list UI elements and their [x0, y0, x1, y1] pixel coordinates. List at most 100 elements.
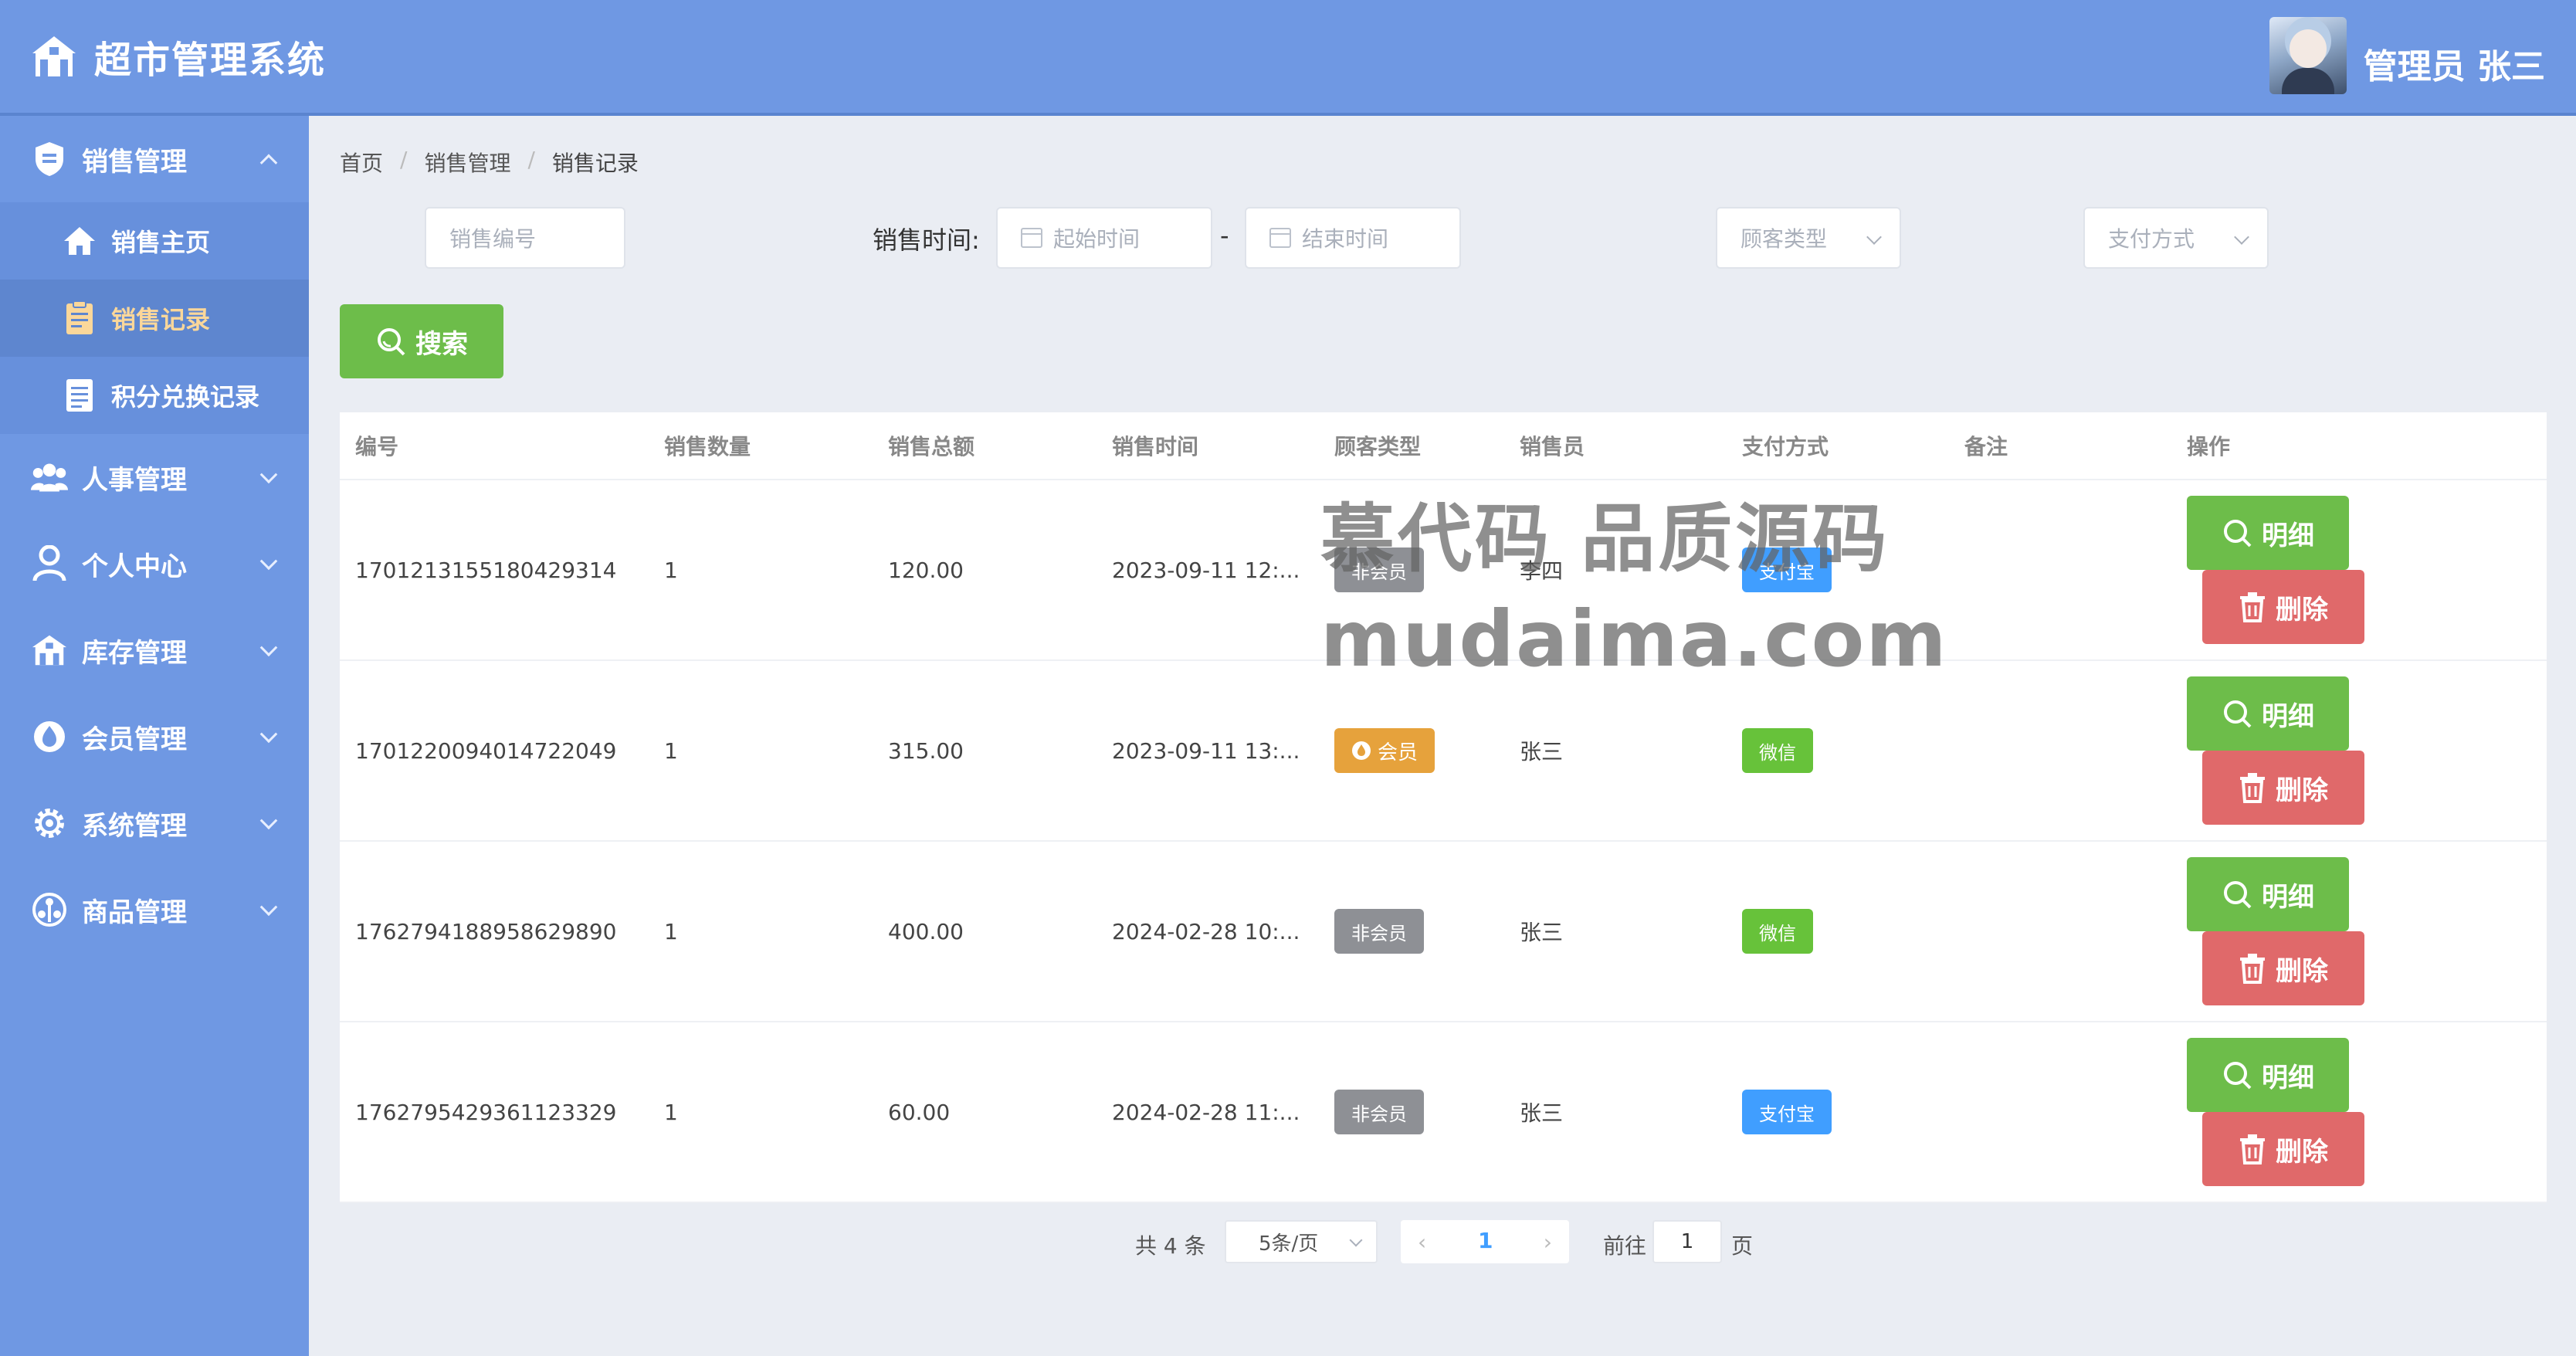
breadcrumb-separator: /	[527, 147, 535, 172]
sidebar-group-label: 个人中心	[82, 551, 187, 582]
col-header-pay: 支付方式	[1742, 434, 1829, 459]
user-name[interactable]: 管理员 张三	[2364, 39, 2545, 88]
chevron-down-icon	[1866, 229, 1882, 245]
goto-page-input[interactable]: 1	[1652, 1220, 1722, 1263]
search-icon	[378, 328, 405, 356]
breadcrumb-home[interactable]: 首页	[340, 147, 383, 178]
trash-icon	[2240, 954, 2265, 984]
sales-table: 编号 销售数量 销售总额 销售时间 顾客类型 销售员 支付方式 备注 操作 17…	[340, 412, 2547, 1203]
col-header-note: 备注	[1964, 434, 2008, 459]
col-header-customer: 顾客类型	[1334, 434, 1422, 459]
delete-button[interactable]: 删除	[2202, 751, 2364, 825]
col-header-time: 销售时间	[1112, 434, 1199, 459]
sidebar-item-points-exchange[interactable]: 积分兑换记录	[0, 357, 309, 434]
main-content: 首页 / 销售管理 / 销售记录 销售编号 销售时间: 起始时间 - 结束时间 …	[309, 116, 2576, 1356]
pay-method-badge: 微信	[1742, 728, 1813, 773]
search-button[interactable]: 搜索	[340, 304, 503, 378]
chevron-down-icon	[1349, 1233, 1363, 1247]
cell-seller: 李四	[1520, 558, 1564, 584]
sidebar-group-sales[interactable]: 销售管理	[0, 116, 309, 202]
chevron-down-icon	[2234, 229, 2249, 245]
detail-button-label: 明细	[2262, 1062, 2314, 1093]
table-row: 1701220094014722049 1 315.00 2023-09-11 …	[340, 661, 2547, 842]
sidebar-group-label: 人事管理	[82, 464, 187, 496]
avatar[interactable]	[2269, 17, 2347, 94]
customer-type-select[interactable]: 顾客类型	[1716, 207, 1901, 269]
table-row: 1762794188958629890 1 400.00 2024-02-28 …	[340, 842, 2547, 1022]
next-page-button[interactable]: ›	[1544, 1229, 1552, 1255]
warehouse-icon	[31, 632, 68, 669]
customer-type-badge: 非会员	[1334, 1090, 1424, 1134]
cell-total: 120.00	[888, 557, 964, 583]
start-time-input[interactable]: 起始时间	[996, 207, 1212, 269]
breadcrumb-sales[interactable]: 销售管理	[424, 147, 510, 178]
cell-time: 2024-02-28 10:...	[1112, 918, 1300, 944]
end-time-placeholder: 结束时间	[1302, 226, 1389, 252]
chevron-down-icon	[259, 639, 278, 657]
sidebar-item-label: 销售记录	[111, 305, 211, 334]
sidebar-group-label: 商品管理	[82, 897, 187, 928]
detail-button[interactable]: 明细	[2187, 496, 2349, 570]
sidebar-group-goods[interactable]: 商品管理	[0, 866, 309, 953]
sidebar-group-profile[interactable]: 个人中心	[0, 520, 309, 607]
user-menu[interactable]: 管理员 张三	[2269, 17, 2545, 94]
page-nav: ‹ 1 ›	[1401, 1220, 1569, 1263]
detail-button-label: 明细	[2262, 520, 2314, 551]
sidebar-group-members[interactable]: 会员管理	[0, 693, 309, 780]
chevron-down-icon	[259, 552, 278, 571]
customer-type-label: 会员	[1378, 741, 1418, 764]
col-header-actions: 操作	[2187, 434, 2231, 459]
end-time-input[interactable]: 结束时间	[1245, 207, 1461, 269]
sales-submenu: 销售主页 销售记录 积分兑换记录	[0, 202, 309, 434]
detail-button-label: 明细	[2262, 700, 2314, 732]
goto-label: 前往	[1603, 1233, 1647, 1259]
doc-icon	[62, 378, 97, 413]
delete-button[interactable]: 删除	[2202, 570, 2364, 644]
cell-total: 315.00	[888, 737, 964, 764]
cell-qty: 1	[664, 557, 678, 583]
search-icon	[2224, 1062, 2252, 1090]
sale-no-input[interactable]: 销售编号	[425, 207, 625, 269]
calendar-icon	[1269, 228, 1291, 248]
chevron-down-icon	[259, 725, 278, 744]
pay-method-select[interactable]: 支付方式	[2083, 207, 2269, 269]
delete-button[interactable]: 删除	[2202, 931, 2364, 1005]
cell-time: 2024-02-28 11:...	[1112, 1099, 1300, 1125]
sidebar-item-sales-home[interactable]: 销售主页	[0, 202, 309, 280]
cell-id: 1701220094014722049	[355, 737, 617, 764]
sidebar-item-sales-records[interactable]: 销售记录	[0, 280, 309, 357]
cell-total: 60.00	[888, 1099, 951, 1125]
col-header-id: 编号	[355, 434, 399, 459]
table-header: 编号 销售数量 销售总额 销售时间 顾客类型 销售员 支付方式 备注 操作	[340, 412, 2547, 480]
shield-icon	[31, 141, 68, 178]
sidebar: 销售管理 销售主页 销售记录 积分兑换记录 人事管理 个人中心 库存管理 会员管…	[0, 116, 309, 1356]
prev-page-button[interactable]: ‹	[1418, 1229, 1426, 1255]
chevron-down-icon	[259, 812, 278, 830]
page-size-select[interactable]: 5条/页	[1225, 1220, 1378, 1263]
detail-button[interactable]: 明细	[2187, 857, 2349, 931]
delete-button-label: 删除	[2276, 955, 2328, 987]
breadcrumb-separator: /	[400, 147, 408, 172]
search-icon	[2224, 881, 2252, 909]
customer-type-placeholder: 顾客类型	[1740, 226, 1828, 252]
chevron-down-icon	[259, 898, 278, 917]
delete-button[interactable]: 删除	[2202, 1112, 2364, 1186]
app-title: 超市管理系统	[94, 39, 327, 82]
sidebar-group-inventory[interactable]: 库存管理	[0, 607, 309, 693]
cell-qty: 1	[664, 737, 678, 764]
top-header: 超市管理系统 管理员 张三	[0, 0, 2576, 116]
page-number-current[interactable]: 1	[1478, 1228, 1493, 1253]
sale-no-placeholder: 销售编号	[449, 226, 537, 252]
cell-id: 1762794188958629890	[355, 918, 617, 944]
pay-method-badge: 支付宝	[1742, 1090, 1832, 1134]
app-logo: 超市管理系统	[29, 29, 326, 83]
detail-button[interactable]: 明细	[2187, 1038, 2349, 1112]
sidebar-group-system[interactable]: 系统管理	[0, 780, 309, 866]
detail-button[interactable]: 明细	[2187, 676, 2349, 751]
breadcrumb-current: 销售记录	[551, 151, 639, 176]
sidebar-group-hr[interactable]: 人事管理	[0, 434, 309, 520]
search-icon	[2224, 520, 2252, 547]
delete-button-label: 删除	[2276, 1136, 2328, 1168]
people-icon	[31, 459, 68, 496]
cell-id: 1762795429361123329	[355, 1099, 617, 1125]
